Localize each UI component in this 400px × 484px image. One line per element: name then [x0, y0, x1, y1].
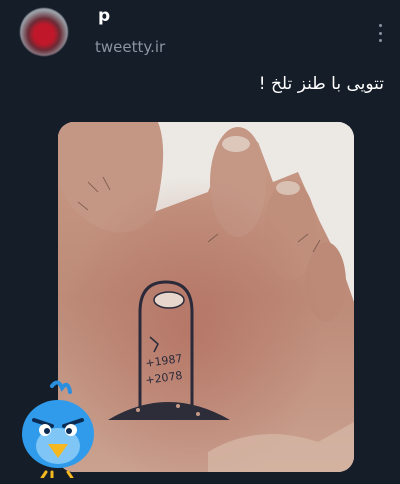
more-vertical-icon[interactable]: [376, 24, 384, 42]
blue-bird-mascot-icon: [22, 380, 94, 478]
user-handle[interactable]: tweetty.ir: [95, 38, 165, 56]
avatar[interactable]: [20, 8, 68, 56]
user-name[interactable]: p: [98, 6, 110, 26]
tweet-text: تتویی با طنز تلخ !: [258, 74, 384, 94]
